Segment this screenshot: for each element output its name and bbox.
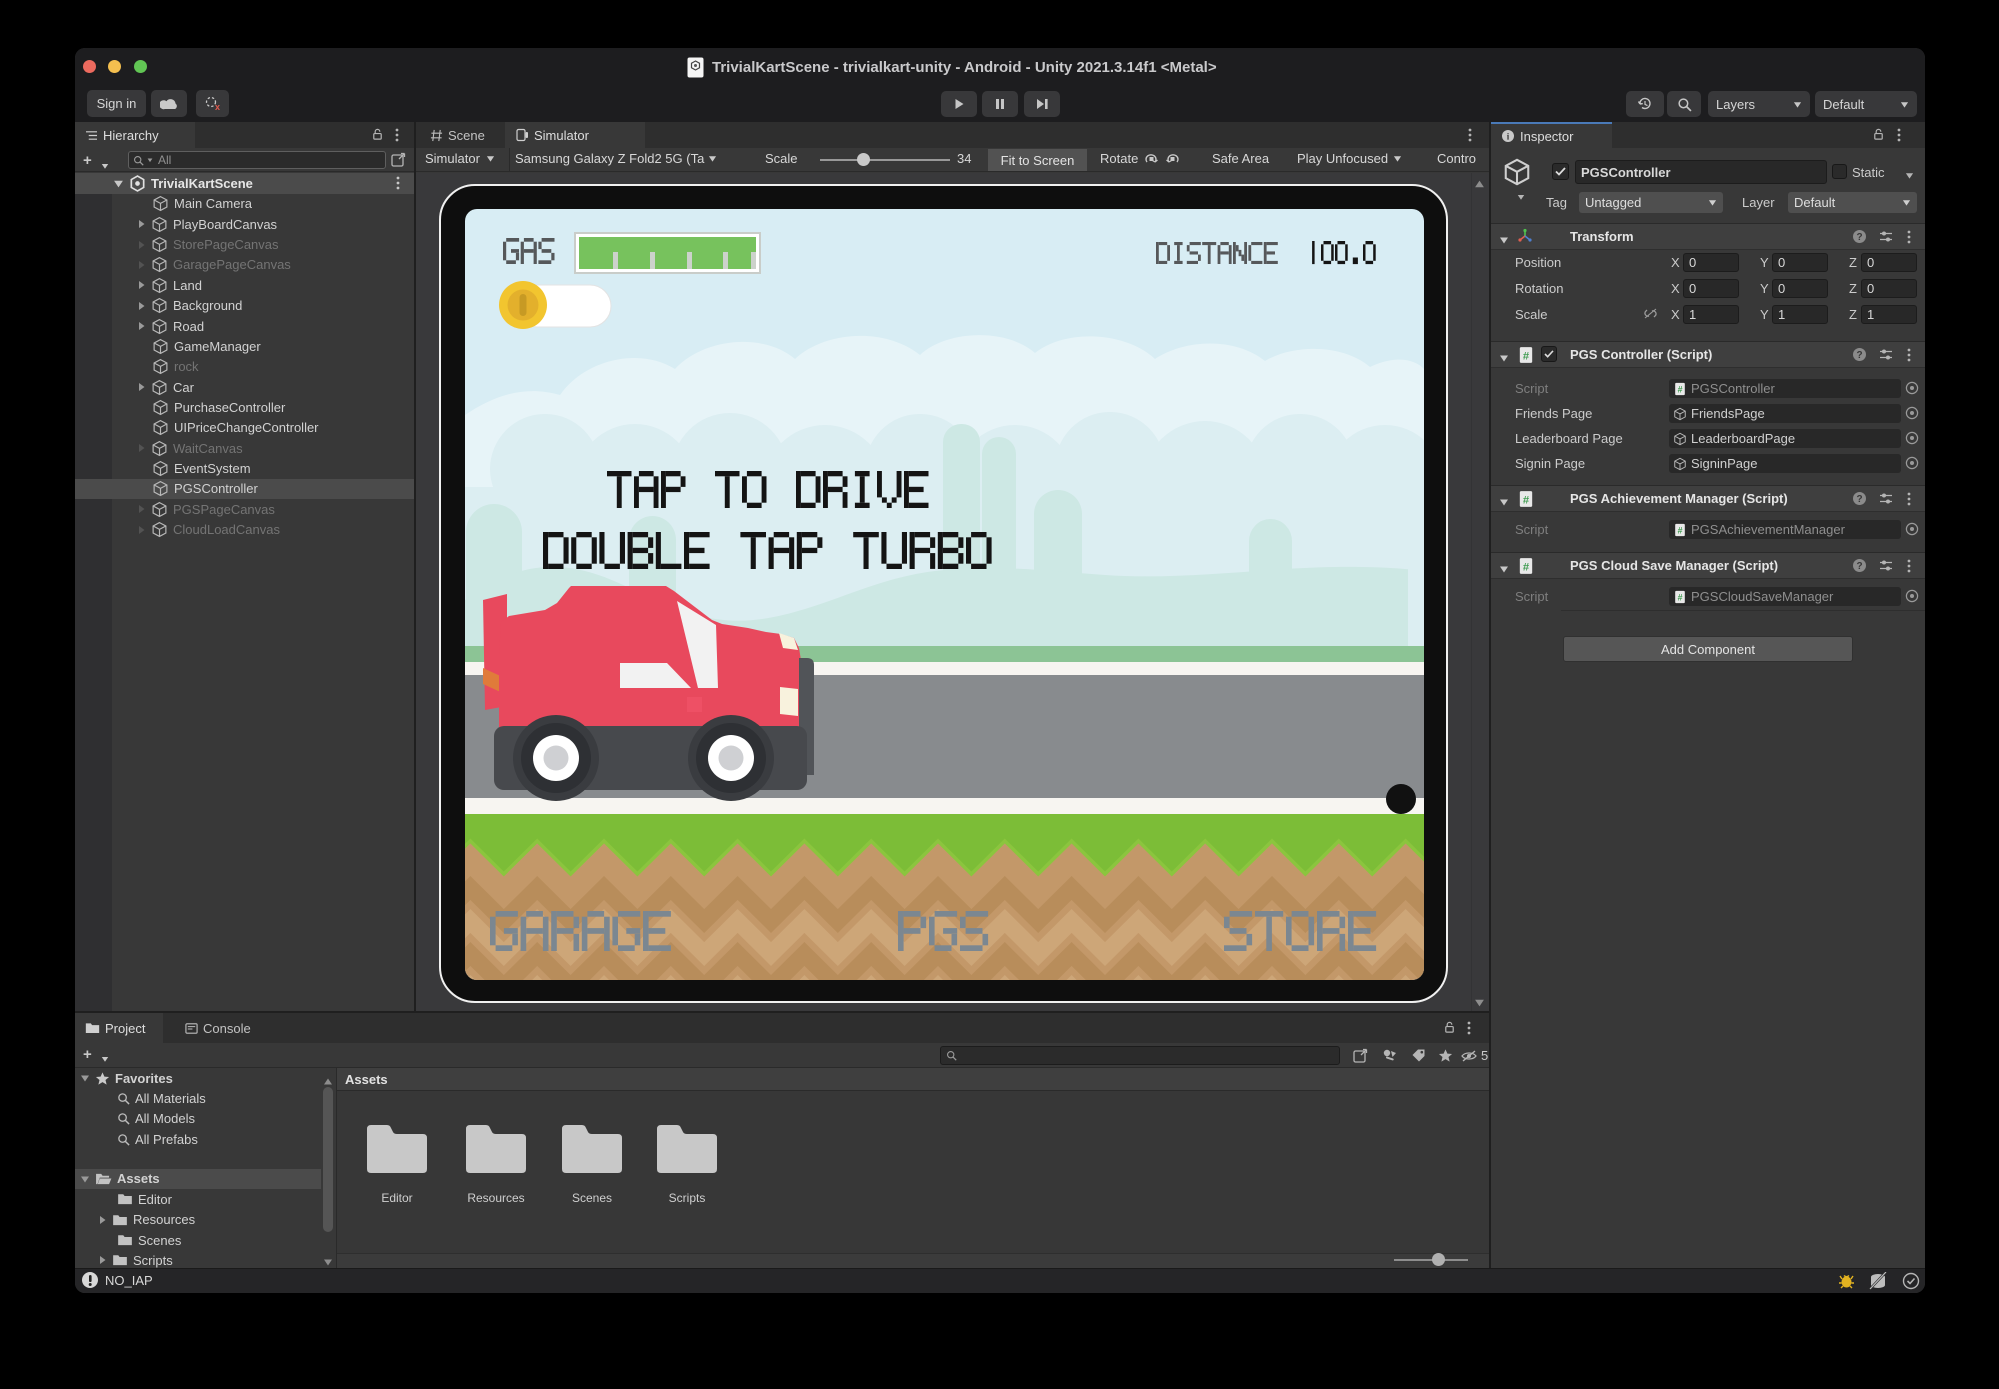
- svg-text:#: #: [1678, 384, 1683, 394]
- svg-text:?: ?: [1856, 494, 1862, 505]
- svg-text:?: ?: [1856, 350, 1862, 361]
- svg-text:#: #: [1523, 495, 1530, 507]
- svg-text:#: #: [1678, 525, 1683, 535]
- svg-text:#: #: [1678, 592, 1683, 602]
- svg-text:?: ?: [1856, 232, 1862, 243]
- svg-text:x: x: [215, 102, 220, 112]
- svg-text:#: #: [1523, 562, 1530, 574]
- svg-text:#: #: [1523, 351, 1530, 363]
- svg-text:?: ?: [1856, 561, 1862, 572]
